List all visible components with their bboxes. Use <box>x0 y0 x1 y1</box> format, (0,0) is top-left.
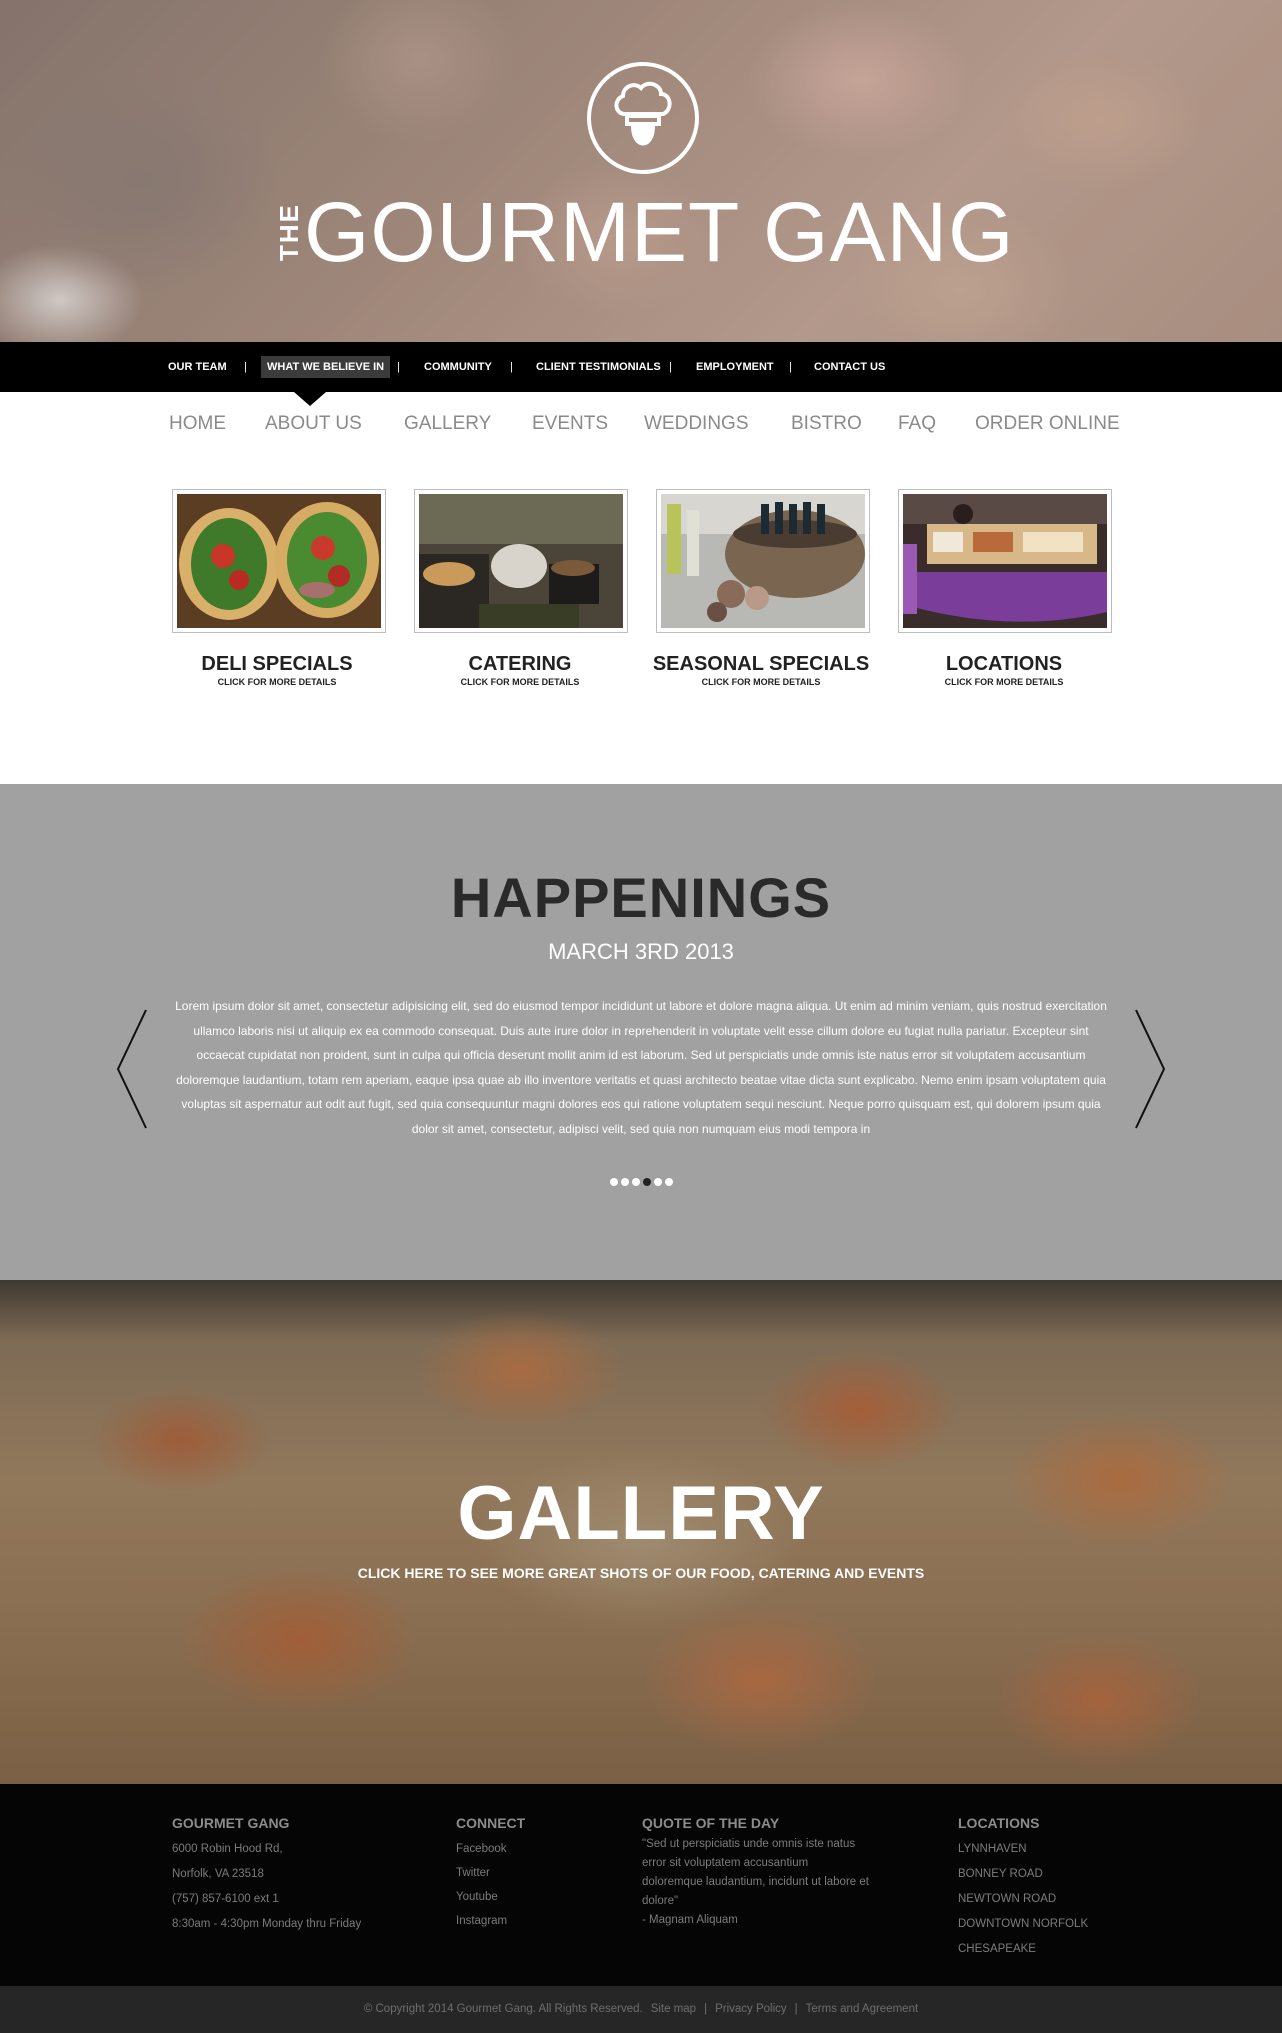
footer: GOURMET GANG 6000 Robin Hood Rd, Norfolk… <box>0 1784 1282 1986</box>
happenings-title: HAPPENINGS <box>450 866 832 929</box>
topnav-separator: | <box>244 361 247 373</box>
chevron-left-icon[interactable] <box>114 1006 150 1132</box>
slider-dot[interactable] <box>621 1178 629 1186</box>
slider-dot[interactable] <box>610 1178 618 1186</box>
feature-title-deli[interactable]: DELI SPECIALS <box>157 652 397 676</box>
gallery-link[interactable]: CLICK HERE TO SEE MORE GREAT SHOTS OF OU… <box>0 1564 1282 1582</box>
secondary-nav-bar: OUR TEAM | WHAT WE BELIEVE IN | COMMUNIT… <box>0 342 1282 392</box>
terms-link[interactable]: Terms and Agreement <box>806 2003 919 2015</box>
privacy-policy-link[interactable]: Privacy Policy <box>715 2003 787 2015</box>
copyright-text: © Copyright 2014 Gourmet Gang. All Right… <box>363 2003 643 2015</box>
slider-pagination <box>609 1176 679 1188</box>
nav-about-us[interactable]: ABOUT US <box>265 412 362 436</box>
nav-faq[interactable]: FAQ <box>898 412 936 436</box>
footer-link-youtube[interactable]: Youtube <box>456 1889 498 1905</box>
nav-home[interactable]: HOME <box>169 412 226 436</box>
slider-dot[interactable] <box>632 1178 640 1186</box>
deli-specials-thumbnail[interactable] <box>172 489 386 633</box>
footer-address-line-1: 6000 Robin Hood Rd, <box>172 1843 283 1855</box>
locations-thumbnail[interactable] <box>898 489 1112 633</box>
logo-prefix: THE <box>274 203 304 261</box>
nav-gallery[interactable]: GALLERY <box>404 412 491 436</box>
topnav-contact-us[interactable]: CONTACT US <box>808 356 891 378</box>
sitemap-link[interactable]: Site map <box>651 2003 696 2015</box>
topnav-separator: | <box>789 361 792 373</box>
footer-quote-block: "Sed ut perspiciatis unde omnis iste nat… <box>642 1835 872 1930</box>
footer-link-instagram[interactable]: Instagram <box>456 1913 507 1929</box>
bottom-bar: © Copyright 2014 Gourmet Gang. All Right… <box>0 1986 1282 2033</box>
happenings-date: MARCH 3RD 2013 <box>548 939 734 964</box>
nav-bistro[interactable]: BISTRO <box>791 412 862 436</box>
footer-connect-heading: CONNECT <box>456 1815 526 1831</box>
gallery-banner[interactable]: GALLERY CLICK HERE TO SEE MORE GREAT SHO… <box>0 1280 1282 1784</box>
copyright-line: © Copyright 2014 Gourmet Gang. All Right… <box>0 2000 1282 2018</box>
bottom-separator: | <box>794 2003 798 2015</box>
chevron-right-icon[interactable] <box>1132 1006 1168 1132</box>
topnav-community[interactable]: COMMUNITY <box>418 356 498 378</box>
topnav-separator: | <box>397 361 400 373</box>
footer-quote-heading: QUOTE OF THE DAY <box>642 1815 780 1831</box>
footer-phone: (757) 857-6100 ext 1 <box>172 1893 279 1905</box>
footer-link-twitter[interactable]: Twitter <box>456 1865 490 1881</box>
drinks-image <box>661 494 865 628</box>
topnav-separator: | <box>510 361 513 373</box>
footer-location-downtown-norfolk[interactable]: DOWNTOWN NORFOLK <box>958 1916 1088 1932</box>
gallery-title[interactable]: GALLERY <box>0 1472 1282 1556</box>
feature-link-locations[interactable]: CLICK FOR MORE DETAILS <box>884 676 1124 688</box>
logo-wordmark[interactable]: GOURMET GANG <box>304 182 1015 282</box>
bottom-separator: | <box>704 2003 708 2015</box>
feature-title-locations[interactable]: LOCATIONS <box>884 652 1124 676</box>
catering-thumbnail[interactable] <box>414 489 628 633</box>
footer-address-line-2: Norfolk, VA 23518 <box>172 1868 264 1880</box>
footer-location-chesapeake[interactable]: CHESAPEAKE <box>958 1941 1036 1957</box>
topnav-what-we-believe-in[interactable]: WHAT WE BELIEVE IN <box>261 356 391 378</box>
footer-quote-text: "Sed ut perspiciatis unde omnis iste nat… <box>642 1838 869 1907</box>
nav-order-online[interactable]: ORDER ONLINE <box>975 412 1120 436</box>
footer-hours: 8:30am - 4:30pm Monday thru Friday <box>172 1918 362 1930</box>
catering-image <box>419 494 623 628</box>
nav-weddings[interactable]: WEDDINGS <box>644 412 749 436</box>
feature-link-deli[interactable]: CLICK FOR MORE DETAILS <box>157 676 397 688</box>
footer-locations-heading: LOCATIONS <box>958 1815 1040 1831</box>
footer-location-bonney-road[interactable]: BONNEY ROAD <box>958 1866 1043 1882</box>
topnav-our-team[interactable]: OUR TEAM <box>162 356 233 378</box>
feature-title-seasonal[interactable]: SEASONAL SPECIALS <box>641 652 881 676</box>
slider-dot[interactable] <box>665 1178 673 1186</box>
topnav-employment[interactable]: EMPLOYMENT <box>690 356 780 378</box>
topnav-client-testimonials[interactable]: CLIENT TESTIMONIALS <box>530 356 667 378</box>
feature-link-catering[interactable]: CLICK FOR MORE DETAILS <box>400 676 640 688</box>
topnav-separator: | <box>669 361 672 373</box>
footer-company-heading: GOURMET GANG <box>172 1815 290 1831</box>
footer-location-newtown-road[interactable]: NEWTOWN ROAD <box>958 1891 1056 1907</box>
footer-location-lynnhaven[interactable]: LYNNHAVEN <box>958 1841 1027 1857</box>
happenings-body: Lorem ipsum dolor sit amet, consectetur … <box>175 999 1107 1136</box>
footer-link-facebook[interactable]: Facebook <box>456 1841 507 1857</box>
storefront-image <box>903 494 1107 628</box>
seasonal-specials-thumbnail[interactable] <box>656 489 870 633</box>
feature-title-catering[interactable]: CATERING <box>400 652 640 676</box>
slider-dot-active[interactable] <box>643 1178 651 1186</box>
nav-events[interactable]: EVENTS <box>532 412 608 436</box>
slider-dot[interactable] <box>654 1178 662 1186</box>
hero-banner: THE GOURMET GANG <box>0 0 1282 342</box>
footer-quote-author: - Magnam Aliquam <box>642 1914 738 1926</box>
active-indicator-caret <box>294 392 326 406</box>
chef-logo-icon[interactable] <box>587 62 699 174</box>
feature-link-seasonal[interactable]: CLICK FOR MORE DETAILS <box>641 676 881 688</box>
sandwich-image <box>177 494 381 628</box>
happenings-section: HAPPENINGS MARCH 3RD 2013 Lorem ipsum do… <box>0 784 1282 1280</box>
